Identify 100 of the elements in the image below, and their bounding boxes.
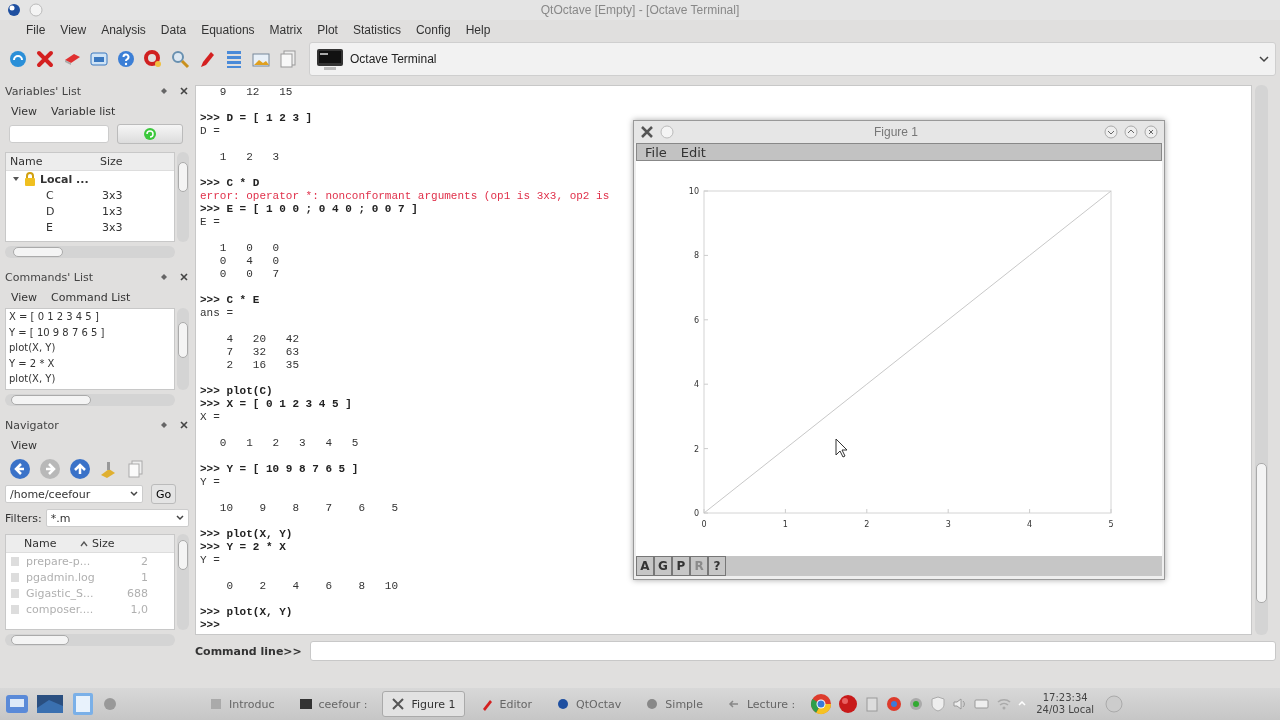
search-icon[interactable] (170, 49, 190, 69)
menu-item[interactable]: View (11, 104, 38, 118)
menu-item[interactable]: Data (154, 21, 193, 39)
scrollbar[interactable] (177, 534, 189, 630)
pages-icon[interactable] (278, 49, 298, 69)
scrollbar[interactable] (5, 634, 175, 646)
menu-item[interactable]: Matrix (263, 21, 309, 39)
menu-item[interactable]: Plot (311, 21, 344, 39)
minimize-icon[interactable] (1104, 125, 1118, 139)
task-label: QtOctav (576, 697, 622, 711)
window-icon[interactable] (89, 49, 109, 69)
menu-item[interactable]: Statistics (346, 21, 407, 39)
clock[interactable]: 17:23:34 24/03 Local (1032, 692, 1099, 716)
menu-item[interactable]: Analysis (95, 21, 152, 39)
path-combo[interactable]: /home/ceefour (5, 485, 143, 503)
menu-item[interactable]: Config (409, 21, 457, 39)
wifi-icon[interactable] (996, 696, 1013, 712)
close-icon[interactable] (179, 272, 189, 282)
window-button-icon[interactable] (660, 125, 674, 139)
column-header[interactable]: Name (6, 537, 80, 550)
close-icon[interactable] (179, 420, 189, 430)
float-icon[interactable] (159, 86, 169, 96)
column-header[interactable]: Size (88, 537, 115, 550)
refresh-button[interactable] (117, 124, 183, 144)
browser-icon[interactable] (810, 693, 833, 715)
menu-item[interactable]: Variable list (51, 104, 116, 118)
close-icon[interactable] (1144, 125, 1158, 139)
figure-tool-button[interactable]: P (672, 556, 690, 576)
network-icon[interactable] (908, 696, 925, 712)
menu-item[interactable]: View (11, 290, 38, 304)
sort-up-icon[interactable] (80, 540, 88, 547)
scrollbar[interactable] (5, 394, 175, 406)
lifebuoy-icon[interactable] (143, 49, 163, 69)
tree-item[interactable]: C (46, 188, 102, 202)
scrollbar[interactable] (177, 152, 189, 242)
terminal-tab[interactable]: Octave Terminal (309, 42, 1276, 76)
taskbar-button[interactable]: Introduc (200, 691, 284, 717)
help-icon[interactable] (116, 49, 136, 69)
maximize-icon[interactable] (1124, 125, 1138, 139)
command-item[interactable]: plot(X, Y) (9, 342, 171, 358)
command-item[interactable]: X = [ 0 1 2 3 4 5 ] (9, 311, 171, 327)
scrollbar[interactable] (177, 308, 189, 390)
shield-icon[interactable] (930, 696, 947, 712)
figure-tool-button[interactable]: A (636, 556, 654, 576)
go-button[interactable]: Go (151, 484, 177, 504)
expand-icon[interactable] (1018, 701, 1027, 707)
list-icon[interactable] (224, 49, 244, 69)
float-icon[interactable] (159, 420, 169, 430)
command-line: >>> C * E (200, 294, 260, 307)
taskbar-button[interactable]: ceefour : (289, 691, 377, 717)
menu-item[interactable]: Edit (680, 144, 706, 160)
browser-icon[interactable] (886, 696, 903, 712)
tree-item[interactable]: Local ... (40, 172, 89, 186)
taskbar-button[interactable]: Simple (636, 691, 712, 717)
file-icon (10, 603, 20, 615)
menu-item[interactable]: File (645, 144, 667, 160)
column-header[interactable]: Size (96, 155, 123, 168)
file-icon (10, 587, 20, 599)
scrollbar[interactable] (5, 246, 175, 258)
command-item[interactable]: Y = [ 10 9 8 7 6 5 ] (9, 326, 171, 342)
menu-item[interactable]: Equations (195, 21, 261, 39)
command-input[interactable] (309, 641, 1276, 661)
taskbar-button[interactable]: Lecture : (717, 691, 805, 717)
refresh-icon (143, 127, 157, 141)
x-logo-icon[interactable] (640, 125, 654, 139)
figure-tool-button[interactable]: G (654, 556, 672, 576)
float-icon[interactable] (159, 272, 169, 282)
taskbar-button[interactable]: Editor (470, 691, 542, 717)
battery-icon[interactable] (974, 696, 991, 712)
tree-item[interactable]: E (46, 220, 102, 234)
menu-item[interactable]: View (11, 438, 38, 452)
figure-tool-button[interactable]: ? (708, 556, 726, 576)
bubble-icon[interactable] (8, 49, 28, 69)
menu-item[interactable]: Command List (51, 290, 131, 304)
task-label: Lecture : (746, 697, 796, 711)
caret-down-icon[interactable] (12, 175, 20, 183)
copy-icon[interactable] (127, 459, 145, 479)
column-header[interactable]: Name (6, 155, 96, 168)
window-button-icon[interactable] (28, 2, 44, 18)
command-item[interactable]: plot(X, Y) (9, 373, 171, 389)
search-field[interactable] (9, 125, 109, 143)
taskbar-button[interactable]: Figure 1 (382, 691, 465, 717)
cross-icon[interactable] (35, 49, 55, 69)
tree-item[interactable]: D (46, 204, 102, 218)
taskbar-button[interactable]: QtOctav (547, 691, 631, 717)
menu-item[interactable]: Help (459, 21, 497, 39)
filter-combo[interactable]: *.m (45, 509, 189, 527)
menu-item[interactable]: View (54, 21, 93, 39)
menu-item[interactable]: File (20, 21, 52, 39)
clipboard-icon[interactable] (864, 696, 881, 712)
app-icon[interactable] (6, 2, 22, 18)
scrollbar[interactable] (1255, 85, 1268, 635)
record-icon[interactable] (838, 694, 859, 714)
window-list-icon[interactable] (70, 690, 96, 718)
window-title: Figure 1 (873, 125, 919, 139)
command-line: >>> Y = [ 10 9 8 7 6 5 ] (200, 463, 359, 476)
command-item[interactable]: Y = 2 * X (9, 357, 171, 373)
table-cell: 3x3 (102, 220, 123, 234)
close-icon[interactable] (179, 86, 189, 96)
chevron-down-icon[interactable] (1259, 55, 1269, 63)
